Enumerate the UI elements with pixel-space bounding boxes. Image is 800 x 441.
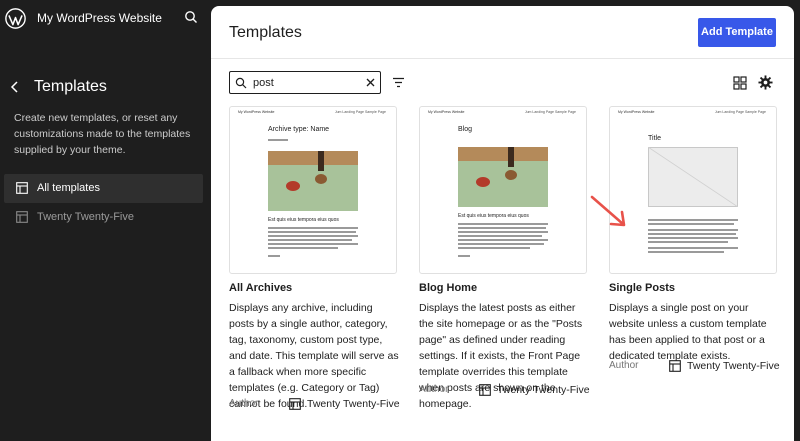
layout-icon [289, 398, 301, 410]
preview-photo [458, 147, 548, 207]
preview-title: Blog [458, 126, 473, 133]
template-preview[interactable]: My WordPress Website Jum Landing Page Sa… [419, 106, 587, 274]
gear-icon[interactable] [758, 75, 773, 90]
sidebar-item-label: Twenty Twenty-Five [37, 211, 134, 223]
preview-photo [268, 151, 358, 211]
preview-site-title: My WordPress Website [238, 110, 275, 114]
filter-icon[interactable] [392, 76, 405, 89]
template-preview[interactable]: My WordPress Website Jum Landing Page Sa… [609, 106, 777, 274]
preview-nav: Jum Landing Page Sample Page [714, 110, 766, 114]
search-input[interactable] [253, 75, 363, 90]
annotation-arrow-icon [590, 195, 626, 227]
page-title: Templates [229, 24, 302, 41]
template-title[interactable]: Single Posts [609, 282, 675, 294]
preview-post-title: Est quis eius tempora eius quos [458, 213, 529, 219]
template-description: Displays any archive, including posts by… [229, 302, 399, 410]
template-description: Displays a single post on your website u… [609, 302, 767, 362]
sidebar: My WordPress Website Templates Create ne… [0, 0, 212, 441]
main-panel: Templates Add Template post My WordPress… [211, 6, 794, 441]
template-title[interactable]: Blog Home [419, 282, 477, 294]
layout-icon [16, 211, 28, 223]
chevron-left-icon[interactable] [9, 80, 21, 94]
template-title[interactable]: All Archives [229, 282, 292, 294]
add-template-button[interactable]: Add Template [698, 18, 776, 47]
author-label: Author [229, 398, 259, 409]
wordpress-logo-icon[interactable] [5, 8, 26, 29]
sidebar-item-twenty-twenty-five[interactable]: Twenty Twenty-Five [4, 203, 203, 232]
search-icon[interactable] [184, 10, 198, 24]
layout-icon [479, 384, 491, 396]
layout-icon [16, 182, 28, 194]
sidebar-item-label: All templates [37, 182, 100, 194]
theme-name: Twenty Twenty-Five [497, 384, 590, 396]
page-header: Templates Add Template [211, 6, 794, 59]
theme-name: Twenty Twenty-Five [687, 360, 780, 372]
preview-site-title: My WordPress Website [618, 110, 655, 114]
sidebar-description: Create new templates, or reset any custo… [14, 112, 191, 156]
layout-icon [669, 360, 681, 372]
grid-view-icon[interactable] [733, 76, 747, 90]
preview-site-title: My WordPress Website [428, 110, 465, 114]
preview-nav: Jum Landing Page Sample Page [334, 110, 386, 114]
search-icon [235, 77, 247, 89]
template-preview[interactable]: My WordPress Website Jum Landing Page Sa… [229, 106, 397, 274]
theme-name: Twenty Twenty-Five [307, 398, 400, 410]
close-icon[interactable] [365, 77, 376, 88]
sidebar-heading: Templates [34, 78, 107, 95]
preview-title: Title [648, 135, 661, 142]
preview-nav: Jum Landing Page Sample Page [524, 110, 576, 114]
search-field[interactable] [229, 71, 381, 94]
preview-post-title: Est quis eius tempora eius quos [268, 217, 339, 223]
preview-placeholder-image [648, 147, 738, 207]
site-title[interactable]: My WordPress Website [37, 11, 162, 25]
preview-title: Archive type: Name [268, 126, 330, 133]
author-label: Author [419, 384, 449, 395]
author-label: Author [609, 360, 639, 371]
sidebar-item-all-templates[interactable]: All templates [4, 174, 203, 203]
